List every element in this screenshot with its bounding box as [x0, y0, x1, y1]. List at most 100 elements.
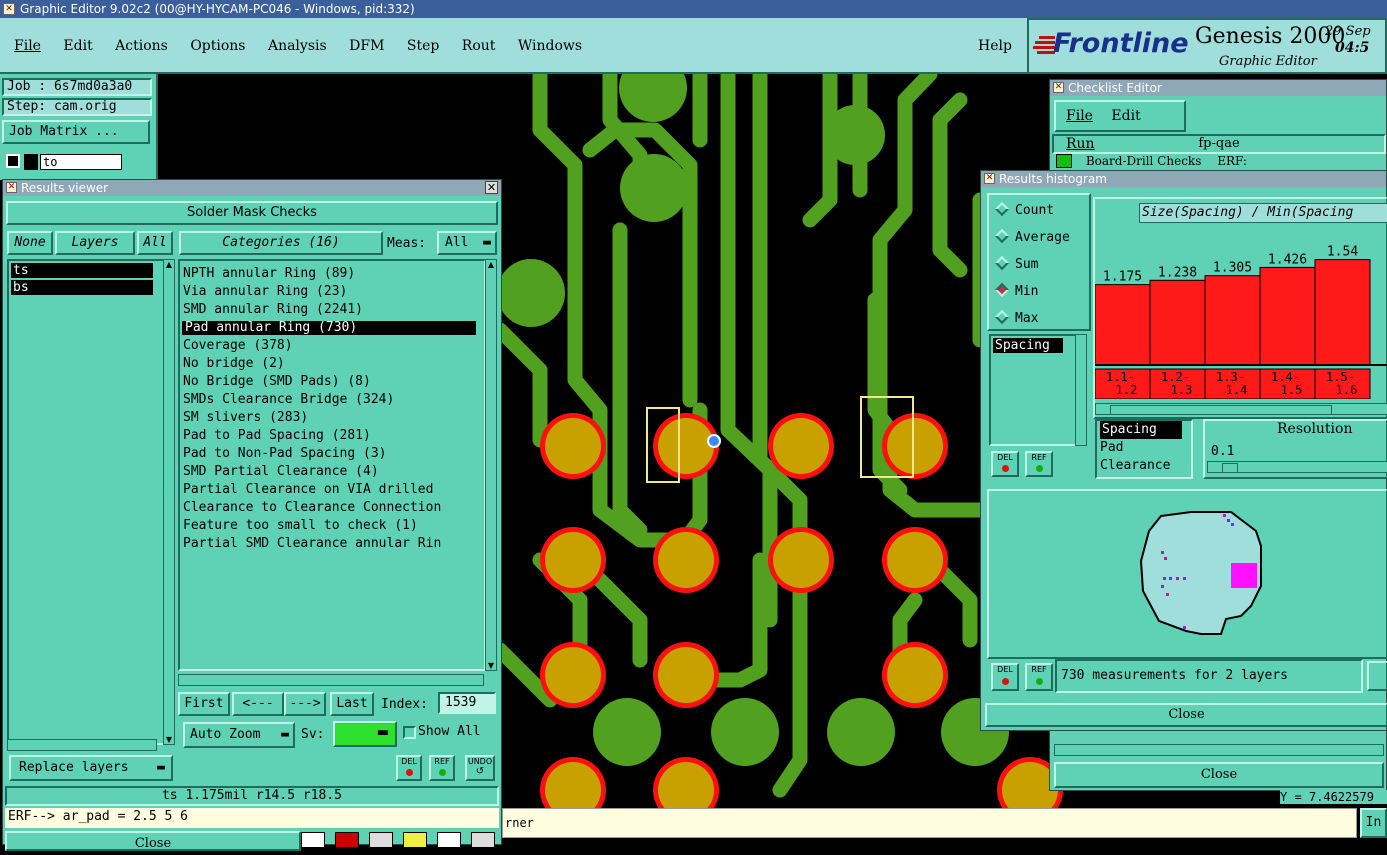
- sv-color-dropdown[interactable]: ▬: [333, 721, 397, 747]
- bin-tick-label: 1.2: [1116, 383, 1138, 397]
- tool-icon[interactable]: [301, 832, 325, 848]
- menu-edit[interactable]: Edit: [63, 38, 92, 54]
- sv-label: Sv:: [301, 727, 325, 742]
- category-item[interactable]: Pad to Pad Spacing (281): [180, 427, 484, 445]
- menu-rout[interactable]: Rout: [462, 38, 496, 54]
- layer-item-ts[interactable]: ts: [11, 263, 153, 278]
- histogram-bar[interactable]: [1204, 275, 1261, 366]
- layers-vscrollbar[interactable]: ▲ ▼: [163, 259, 175, 745]
- categories-button[interactable]: Categories (16): [179, 231, 383, 255]
- dropdown-icon: ▬: [281, 727, 289, 742]
- categories-vscrollbar[interactable]: ▲ ▼: [485, 259, 497, 671]
- checklist-menu-edit[interactable]: Edit: [1111, 108, 1140, 124]
- replace-layers-dropdown[interactable]: Replace layers ▬: [9, 755, 173, 781]
- menu-file[interactable]: File: [14, 38, 41, 54]
- meas-dropdown[interactable]: All ▬: [437, 231, 497, 255]
- export-icon[interactable]: [1367, 661, 1387, 691]
- all-button[interactable]: All: [137, 231, 173, 255]
- layer-color-swatch[interactable]: [6, 154, 20, 168]
- category-item-selected[interactable]: Pad annular Ring (730): [182, 321, 476, 335]
- menu-help[interactable]: Help: [978, 38, 1012, 54]
- tool-icon[interactable]: [437, 832, 461, 848]
- measure-list[interactable]: Spacing Pad Clearance: [1095, 419, 1193, 479]
- results-viewer-close-button[interactable]: Close: [5, 831, 301, 851]
- measure-type-vscrollbar[interactable]: [1075, 334, 1087, 446]
- checklist-menu-file[interactable]: File: [1066, 108, 1093, 124]
- tool-icon[interactable]: [471, 832, 495, 848]
- bin-tick-label: 1.6: [1336, 383, 1358, 397]
- measure-item-selected[interactable]: Spacing: [1100, 421, 1182, 439]
- categories-list[interactable]: NPTH annular Ring (89) Via annular Ring …: [178, 259, 486, 671]
- tool-icon[interactable]: [403, 832, 427, 848]
- layers-hscrollbar[interactable]: [7, 739, 157, 751]
- category-item[interactable]: Via annular Ring (23): [180, 283, 484, 301]
- layers-button[interactable]: Layers: [55, 231, 135, 255]
- category-item[interactable]: Coverage (378): [180, 337, 484, 355]
- measure-item[interactable]: Clearance: [1100, 457, 1191, 475]
- mode-min[interactable]: Min: [994, 282, 1089, 311]
- histogram-bar[interactable]: [1314, 259, 1371, 366]
- last-button[interactable]: Last: [330, 692, 374, 716]
- checklist-titlebar[interactable]: ✕ Checklist Editor: [1050, 80, 1386, 96]
- menu-options[interactable]: Options: [190, 38, 245, 54]
- job-matrix-button[interactable]: Job Matrix ...: [2, 120, 150, 144]
- layer-field[interactable]: to: [40, 154, 122, 170]
- histogram-bar[interactable]: [1149, 279, 1206, 366]
- results-viewer-titlebar[interactable]: ✕ Results viewer ✕: [3, 180, 501, 196]
- mode-count[interactable]: Count: [994, 201, 1089, 230]
- category-item[interactable]: No bridge (2): [180, 355, 484, 373]
- index-input[interactable]: 1539: [438, 692, 496, 714]
- category-item[interactable]: Feature too small to check (1): [180, 517, 484, 535]
- histogram-bar[interactable]: [1259, 266, 1316, 366]
- category-item[interactable]: SM slivers (283): [180, 409, 484, 427]
- first-button[interactable]: First: [178, 692, 230, 716]
- summary-del-button[interactable]: DEL: [991, 663, 1019, 691]
- layers-list[interactable]: ts bs: [7, 259, 165, 745]
- menu-dfm[interactable]: DFM: [349, 38, 384, 54]
- checklist-hscrollbar[interactable]: [1054, 744, 1384, 756]
- del-button[interactable]: DEL: [396, 755, 422, 781]
- tool-icon[interactable]: [335, 832, 359, 848]
- menu-windows[interactable]: Windows: [518, 38, 582, 54]
- hist-del-button[interactable]: DEL: [991, 451, 1019, 477]
- checklist-row[interactable]: Board-Drill Checks ERF:: [1052, 154, 1386, 168]
- undo-button[interactable]: UNDO ↺: [465, 755, 495, 781]
- measure-type-list[interactable]: Spacing: [989, 334, 1079, 446]
- board-outline-preview[interactable]: [1131, 501, 1281, 651]
- ref-button[interactable]: REF: [429, 755, 455, 781]
- category-item[interactable]: SMD Partial Clearance (4): [180, 463, 484, 481]
- category-item[interactable]: No Bridge (SMD Pads) (8): [180, 373, 484, 391]
- histogram-hscrollbar[interactable]: [1095, 403, 1387, 415]
- next-button[interactable]: --->: [284, 692, 326, 716]
- categories-hscrollbar[interactable]: [178, 674, 484, 686]
- menu-step[interactable]: Step: [407, 38, 439, 54]
- histogram-close-button[interactable]: Close: [985, 703, 1387, 727]
- category-item[interactable]: Clearance to Clearance Connection: [180, 499, 484, 517]
- layer-item-bs[interactable]: bs: [11, 280, 153, 295]
- none-button[interactable]: None: [7, 231, 53, 255]
- menu-analysis[interactable]: Analysis: [268, 38, 327, 54]
- checklist-close-button[interactable]: Close: [1054, 762, 1384, 788]
- histogram-bar[interactable]: [1095, 284, 1151, 366]
- category-item[interactable]: SMD annular Ring (2241): [180, 301, 484, 319]
- autozoom-dropdown[interactable]: Auto Zoom ▬: [183, 722, 295, 748]
- category-item[interactable]: Pad to Non-Pad Spacing (3): [180, 445, 484, 463]
- close-window-icon[interactable]: ✕: [485, 181, 498, 194]
- category-item[interactable]: Partial SMD Clearance annular Rin: [180, 535, 484, 553]
- tool-icon[interactable]: [369, 832, 393, 848]
- show-all-checkbox[interactable]: [403, 726, 416, 739]
- prev-button[interactable]: <---: [232, 692, 284, 716]
- bottom-right-button[interactable]: In: [1360, 808, 1387, 838]
- resolution-slider[interactable]: [1207, 461, 1387, 473]
- mode-average[interactable]: Average: [994, 228, 1089, 257]
- mode-sum[interactable]: Sum: [994, 255, 1089, 284]
- summary-ref-button[interactable]: REF: [1025, 663, 1053, 691]
- menu-actions[interactable]: Actions: [115, 38, 168, 54]
- category-item[interactable]: SMDs Clearance Bridge (324): [180, 391, 484, 409]
- category-item[interactable]: NPTH annular Ring (89): [180, 265, 484, 283]
- measure-item[interactable]: Pad: [1100, 439, 1191, 457]
- measure-type-item[interactable]: Spacing: [993, 338, 1063, 353]
- hist-ref-button[interactable]: REF: [1025, 451, 1053, 477]
- category-item[interactable]: Partial Clearance on VIA drilled: [180, 481, 484, 499]
- histogram-titlebar[interactable]: ✕ Results histogram: [981, 171, 1386, 187]
